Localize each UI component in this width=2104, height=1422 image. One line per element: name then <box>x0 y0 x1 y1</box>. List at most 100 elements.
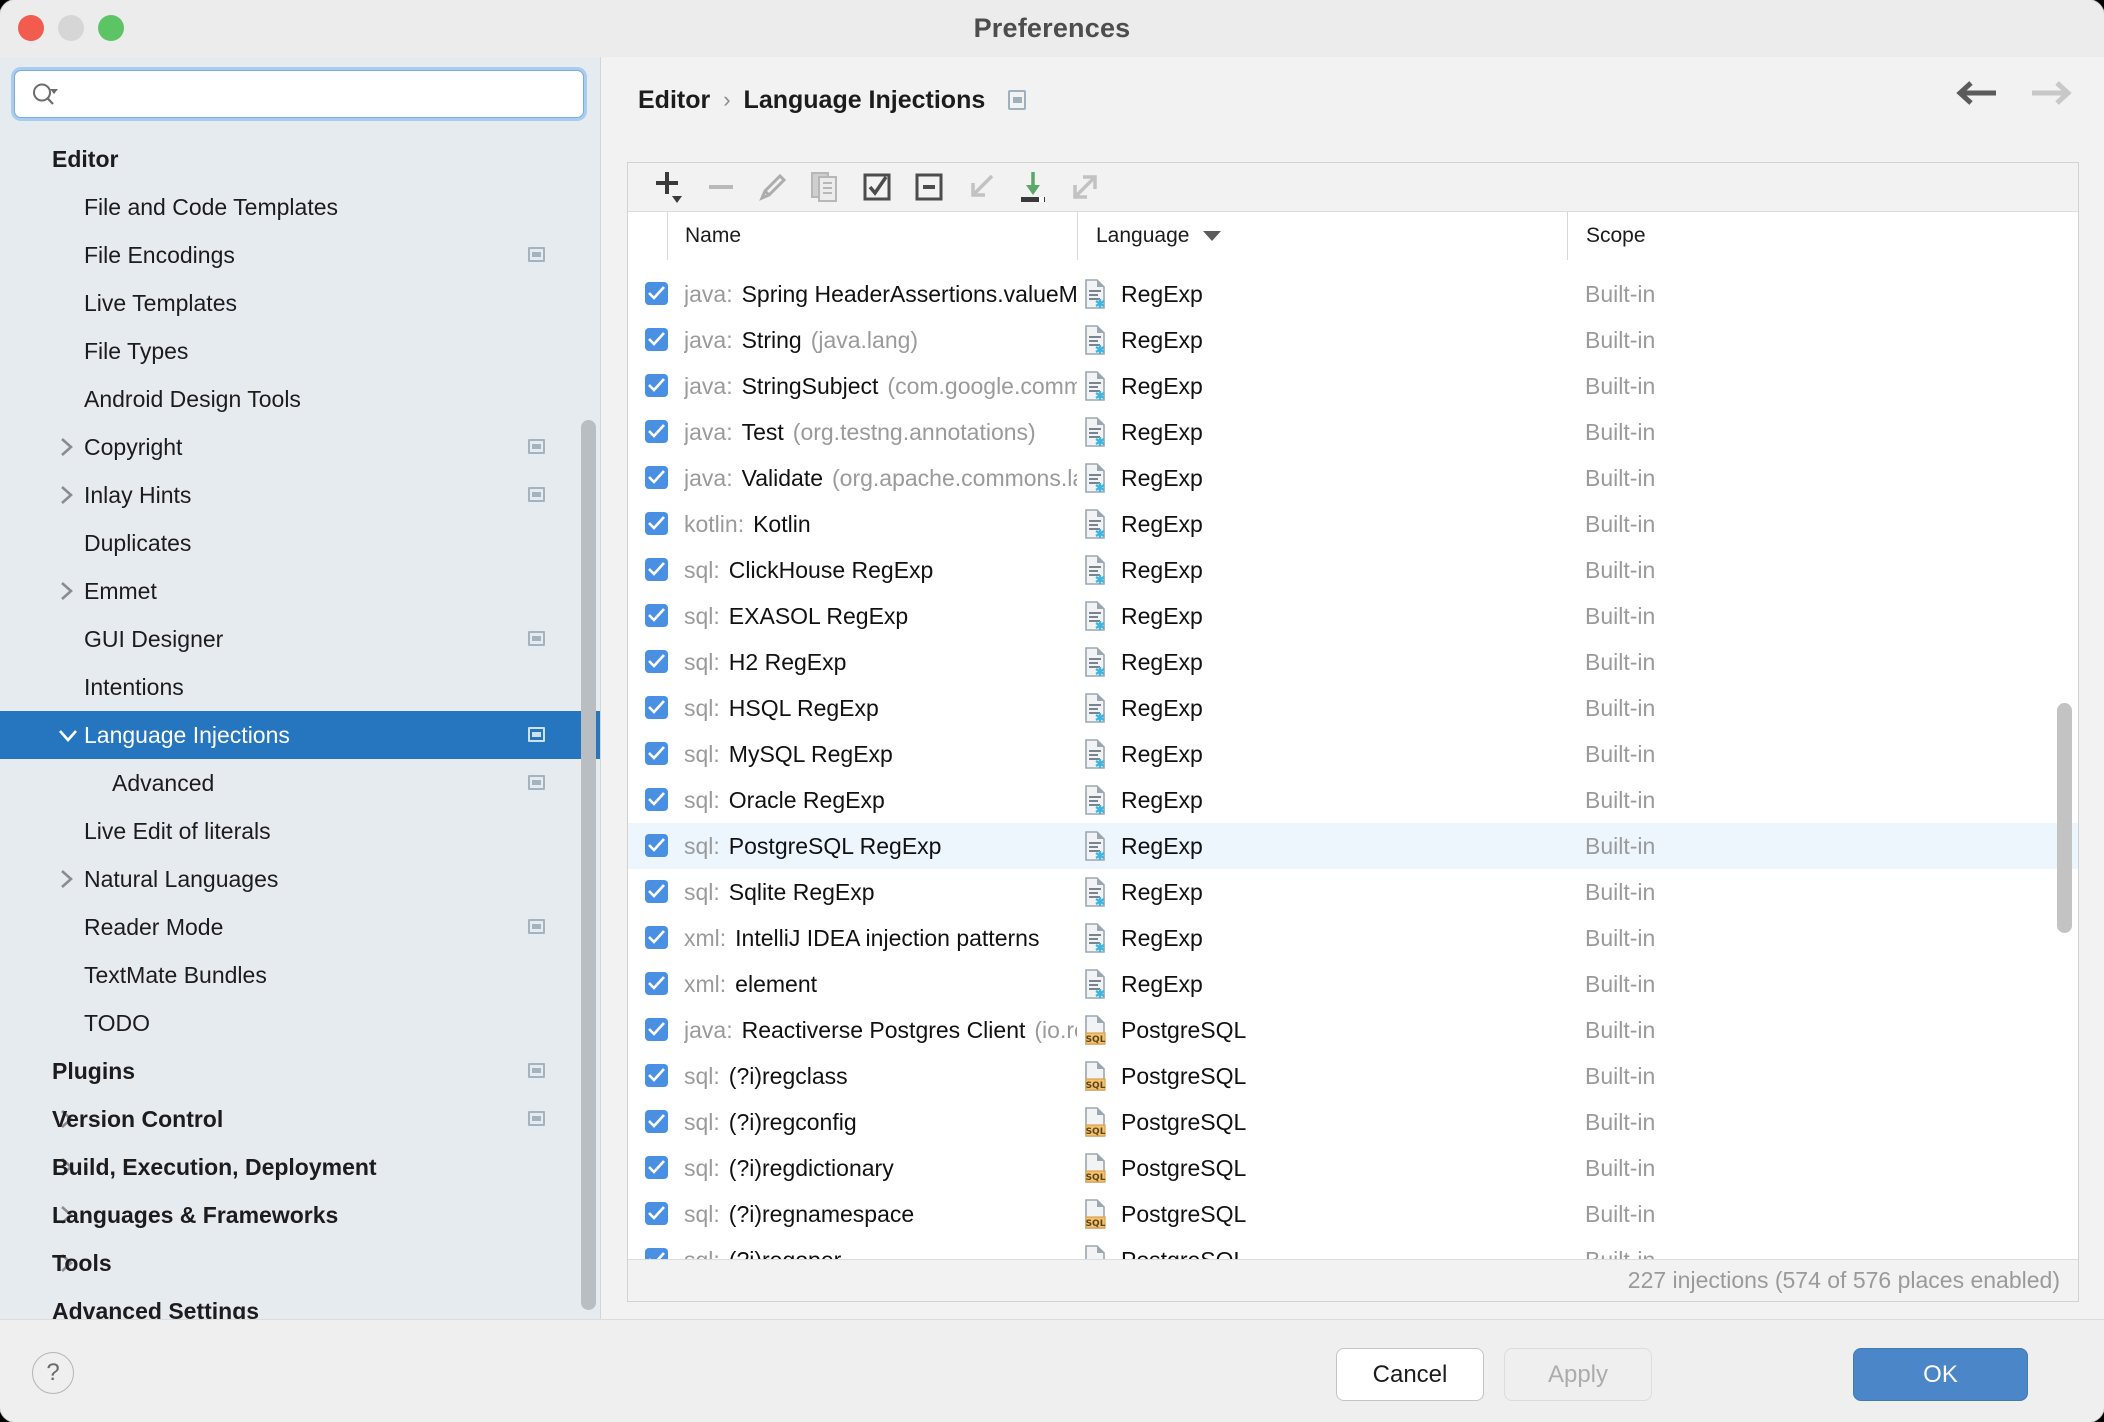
sidebar-item-inlay-hints[interactable]: Inlay Hints <box>0 471 600 519</box>
row-checkbox[interactable] <box>645 420 668 443</box>
sidebar-item-file-types[interactable]: File Types <box>0 327 600 375</box>
table-row[interactable]: sql:(?i)regoperSQLPostgreSQLBuilt-in <box>628 1237 2078 1260</box>
sidebar-item-emmet[interactable]: Emmet <box>0 567 600 615</box>
sidebar-item-advanced-settings[interactable]: Advanced Settings <box>0 1287 600 1319</box>
table-row[interactable]: java:Validate(org.apache.commons.lang3)R… <box>628 455 2078 501</box>
remove-button[interactable] <box>695 165 747 209</box>
table-row[interactable]: kotlin:KotlinRegExpBuilt-in <box>628 501 2078 547</box>
sidebar-item-live-templates[interactable]: Live Templates <box>0 279 600 327</box>
row-checkbox[interactable] <box>645 1156 668 1179</box>
table-row[interactable]: sql:PostgreSQL RegExpRegExpBuilt-in <box>628 823 2078 869</box>
table-row[interactable]: java:Spring HeaderAssertions.valueMatch(… <box>628 271 2078 317</box>
row-checkbox[interactable] <box>645 742 668 765</box>
table-row[interactable]: sql:(?i)regclassSQLPostgreSQLBuilt-in <box>628 1053 2078 1099</box>
sidebar-item-language-injections[interactable]: Language Injections <box>0 711 600 759</box>
row-checkbox[interactable] <box>645 512 668 535</box>
row-checkbox[interactable] <box>645 1110 668 1133</box>
table-row[interactable]: sql:ClickHouse RegExpRegExpBuilt-in <box>628 547 2078 593</box>
sidebar-item-copyright[interactable]: Copyright <box>0 423 600 471</box>
sidebar-item-tools[interactable]: Tools <box>0 1239 600 1287</box>
sidebar-scrollbar[interactable] <box>581 420 596 1310</box>
table-row[interactable]: java:Reactiverse Postgres Client(io.reac… <box>628 1007 2078 1053</box>
column-header-scope[interactable]: Scope <box>1567 212 2078 260</box>
sidebar-item-todo[interactable]: TODO <box>0 999 600 1047</box>
table-row[interactable]: xml:IntelliJ IDEA injection patternsRegE… <box>628 915 2078 961</box>
sidebar-item-languages-frameworks[interactable]: Languages & Frameworks <box>0 1191 600 1239</box>
sidebar-item-build-execution-deployment[interactable]: Build, Execution, Deployment <box>0 1143 600 1191</box>
table-row[interactable]: sql:(?i)regdictionarySQLPostgreSQLBuilt-… <box>628 1145 2078 1191</box>
chevron-down-icon[interactable] <box>56 711 80 759</box>
table-row[interactable]: sql:HSQL RegExpRegExpBuilt-in <box>628 685 2078 731</box>
table-row[interactable]: java:StringSubject(com.google.common.tru… <box>628 363 2078 409</box>
sidebar-item-gui-designer[interactable]: GUI Designer <box>0 615 600 663</box>
sidebar-item-file-and-code-templates[interactable]: File and Code Templates <box>0 183 600 231</box>
chevron-right-icon[interactable] <box>56 567 76 615</box>
disable-selected-button[interactable] <box>903 165 955 209</box>
import-button[interactable] <box>1007 165 1059 209</box>
table-row[interactable]: sql:H2 RegExpRegExpBuilt-in <box>628 639 2078 685</box>
sidebar-item-intentions[interactable]: Intentions <box>0 663 600 711</box>
table-row[interactable]: xml:elementRegExpBuilt-in <box>628 961 2078 1007</box>
row-checkbox[interactable] <box>645 1064 668 1087</box>
chevron-right-icon[interactable] <box>56 423 76 471</box>
sidebar-item-file-encodings[interactable]: File Encodings <box>0 231 600 279</box>
table-row[interactable]: java:Test(org.testng.annotations)RegExpB… <box>628 409 2078 455</box>
table-row[interactable]: java:String(java.lang)RegExpBuilt-in <box>628 317 2078 363</box>
add-button[interactable] <box>643 165 695 209</box>
chevron-right-icon[interactable] <box>56 471 76 519</box>
row-checkbox[interactable] <box>645 650 668 673</box>
ok-button[interactable]: OK <box>1853 1348 2028 1401</box>
sidebar-item-live-edit-of-literals[interactable]: Live Edit of literals <box>0 807 600 855</box>
cancel-button[interactable]: Cancel <box>1336 1348 1484 1401</box>
row-checkbox[interactable] <box>645 834 668 857</box>
row-checkbox[interactable] <box>645 1202 668 1225</box>
apply-button[interactable]: Apply <box>1504 1348 1652 1401</box>
table-row[interactable]: sql:MySQL RegExpRegExpBuilt-in <box>628 731 2078 777</box>
arrow-right-icon[interactable] <box>2028 79 2074 107</box>
table-row-clipped[interactable] <box>628 260 2078 271</box>
table-row[interactable]: sql:Sqlite RegExpRegExpBuilt-in <box>628 869 2078 915</box>
sidebar-item-reader-mode[interactable]: Reader Mode <box>0 903 600 951</box>
export-button[interactable] <box>1059 165 1111 209</box>
row-checkbox[interactable] <box>645 604 668 627</box>
row-checkbox[interactable] <box>645 696 668 719</box>
sidebar-item-advanced[interactable]: Advanced <box>0 759 600 807</box>
injections-table-body[interactable]: java:Spring HeaderAssertions.valueMatch(… <box>628 260 2078 1260</box>
edit-button[interactable] <box>747 165 799 209</box>
settings-sidebar: EditorFile and Code TemplatesFile Encodi… <box>0 57 601 1319</box>
search-field[interactable] <box>14 70 584 118</box>
injection-name: (?i)regconfig <box>729 1109 857 1136</box>
row-checkbox[interactable] <box>645 374 668 397</box>
move-to-ide-button[interactable] <box>955 165 1007 209</box>
sidebar-item-android-design-tools[interactable]: Android Design Tools <box>0 375 600 423</box>
table-row[interactable]: sql:Oracle RegExpRegExpBuilt-in <box>628 777 2078 823</box>
row-checkbox[interactable] <box>645 466 668 489</box>
table-row[interactable]: sql:(?i)regconfigSQLPostgreSQLBuilt-in <box>628 1099 2078 1145</box>
table-row[interactable]: sql:EXASOL RegExpRegExpBuilt-in <box>628 593 2078 639</box>
arrow-left-icon[interactable] <box>1954 79 2000 107</box>
sidebar-item-plugins[interactable]: Plugins <box>0 1047 600 1095</box>
row-checkbox[interactable] <box>645 972 668 995</box>
row-checkbox[interactable] <box>645 926 668 949</box>
row-checkbox[interactable] <box>645 1018 668 1041</box>
sidebar-item-duplicates[interactable]: Duplicates <box>0 519 600 567</box>
sidebar-item-natural-languages[interactable]: Natural Languages <box>0 855 600 903</box>
sidebar-item-version-control[interactable]: Version Control <box>0 1095 600 1143</box>
help-button[interactable]: ? <box>32 1352 74 1394</box>
row-checkbox[interactable] <box>645 328 668 351</box>
column-header-language[interactable]: Language <box>1077 212 1567 260</box>
row-checkbox[interactable] <box>645 880 668 903</box>
enable-selected-button[interactable] <box>851 165 903 209</box>
sidebar-item-textmate-bundles[interactable]: TextMate Bundles <box>0 951 600 999</box>
chevron-right-icon[interactable] <box>56 855 76 903</box>
column-header-name[interactable]: Name <box>667 212 1077 260</box>
row-checkbox[interactable] <box>645 282 668 305</box>
row-checkbox[interactable] <box>645 788 668 811</box>
table-row[interactable]: sql:(?i)regnamespaceSQLPostgreSQLBuilt-i… <box>628 1191 2078 1237</box>
duplicate-button[interactable] <box>799 165 851 209</box>
sidebar-item-editor[interactable]: Editor <box>0 135 600 183</box>
table-scrollbar[interactable] <box>2057 703 2072 933</box>
search-input[interactable] <box>67 71 576 119</box>
row-checkbox[interactable] <box>645 558 668 581</box>
breadcrumb-parent[interactable]: Editor <box>638 86 710 115</box>
